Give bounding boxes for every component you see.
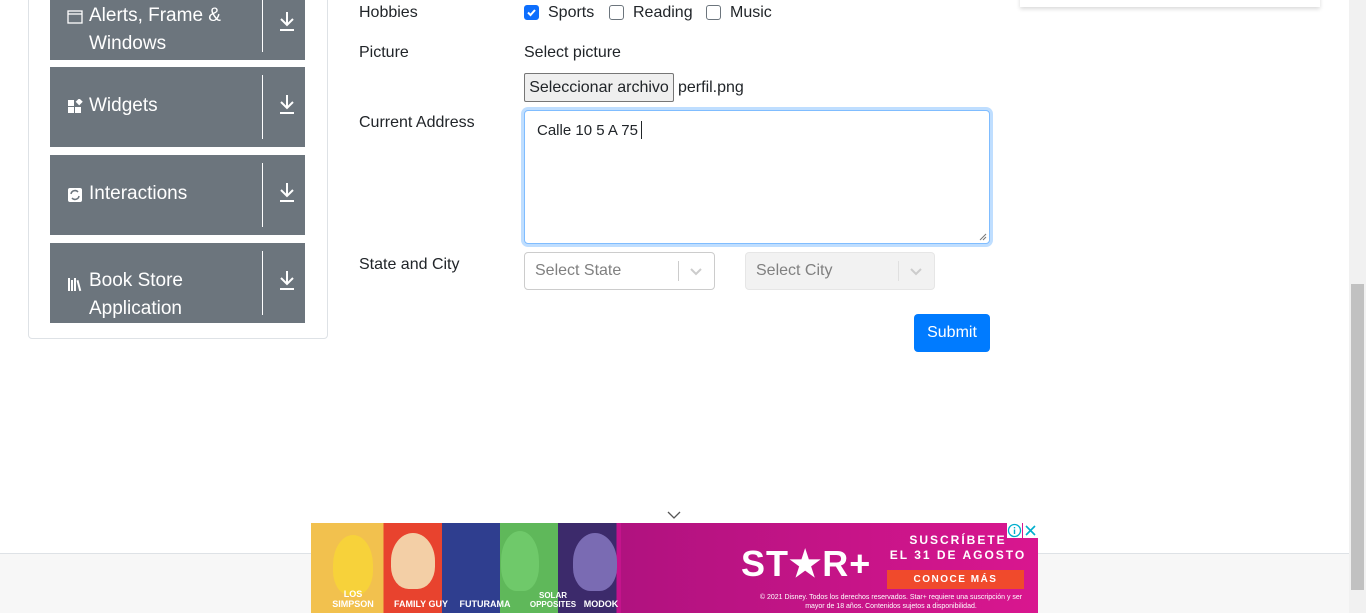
- sidebar-group-book-store[interactable]: Book Store Application: [50, 243, 305, 323]
- sidebar-group-alerts[interactable]: Alerts, Frame & Windows: [50, 0, 305, 60]
- picture-label: Picture: [359, 44, 409, 61]
- ad-character: [391, 533, 435, 589]
- collapse-ad-icon[interactable]: [667, 511, 681, 520]
- music-checkbox[interactable]: [706, 5, 721, 20]
- ad-character: [501, 531, 539, 591]
- sidebar-group-label: Alerts, Frame & Windows: [89, 5, 221, 54]
- widgets-icon: [68, 99, 83, 113]
- hobbies-label: Hobbies: [359, 4, 418, 21]
- sidebar-group-label: Widgets: [89, 95, 158, 116]
- download-icon[interactable]: [278, 10, 296, 32]
- books-icon: [68, 278, 82, 292]
- file-name: perfil.png: [678, 79, 744, 96]
- ad-headline-line: EL 31 DE AGOSTO: [889, 548, 1027, 562]
- state-select[interactable]: Select State: [524, 252, 715, 290]
- interactions-icon: [68, 188, 82, 202]
- city-select[interactable]: Select City: [745, 252, 935, 290]
- current-address-textarea[interactable]: Calle 10 5 A 75: [524, 110, 990, 244]
- reading-checkbox[interactable]: [609, 5, 624, 20]
- divider: [262, 0, 263, 52]
- reading-label[interactable]: Reading: [633, 4, 693, 22]
- sidebar-group-label: Interactions: [89, 183, 188, 204]
- picture-hint: Select picture: [524, 44, 621, 61]
- download-icon[interactable]: [278, 181, 296, 203]
- city-placeholder: Select City: [756, 262, 833, 279]
- ad-show-title: LOS SIMPSON: [332, 589, 374, 609]
- music-label[interactable]: Music: [730, 4, 772, 22]
- close-icon: [1025, 525, 1036, 536]
- ad-show-title: FUTURAMA: [459, 599, 511, 609]
- submit-button[interactable]: Submit: [914, 314, 990, 352]
- ad-character: [573, 533, 617, 591]
- ad-cta-button[interactable]: CONOCE MÁS: [887, 570, 1024, 589]
- text-cursor: [641, 121, 642, 139]
- divider: [262, 251, 263, 315]
- select-separator: [898, 261, 899, 281]
- current-address-label: Current Address: [359, 114, 475, 131]
- divider: [262, 75, 263, 139]
- ad-character: [333, 535, 373, 595]
- sidebar-group-widgets[interactable]: Widgets: [50, 67, 305, 147]
- ad-banner[interactable]: LOS SIMPSON FAMILY GUY FUTURAMA SOLAR OP…: [311, 523, 1038, 613]
- star-plus-logo: ST★R+: [741, 543, 872, 584]
- info-icon: [1007, 523, 1022, 538]
- ad-info-icon[interactable]: [1007, 523, 1022, 538]
- sports-label[interactable]: Sports: [548, 4, 594, 22]
- check-icon: [527, 9, 536, 17]
- state-placeholder: Select State: [535, 262, 622, 279]
- divider: [262, 163, 263, 227]
- ad-show-title: FAMILY GUY: [393, 599, 448, 609]
- address-value: Calle 10 5 A 75: [537, 122, 638, 139]
- ad-legal-text: © 2021 Disney. Todos los derechos reserv…: [759, 594, 1023, 610]
- choose-file-button[interactable]: Seleccionar archivo: [524, 73, 674, 102]
- sidebar-group-interactions[interactable]: Interactions: [50, 155, 305, 235]
- scrollbar-thumb[interactable]: [1351, 284, 1364, 590]
- chevron-down-icon: [690, 268, 702, 276]
- window-icon: [67, 10, 83, 24]
- ad-close-button[interactable]: [1023, 523, 1038, 538]
- sports-checkbox[interactable]: [524, 5, 539, 20]
- resize-handle-icon[interactable]: [978, 232, 987, 241]
- sidebar-group-label: Book Store Application: [89, 270, 183, 319]
- select-separator: [678, 261, 679, 281]
- download-icon[interactable]: [278, 269, 296, 291]
- top-right-card: [1020, 0, 1320, 7]
- state-city-label: State and City: [359, 256, 460, 273]
- chevron-down-icon: [910, 268, 922, 276]
- download-icon[interactable]: [278, 93, 296, 115]
